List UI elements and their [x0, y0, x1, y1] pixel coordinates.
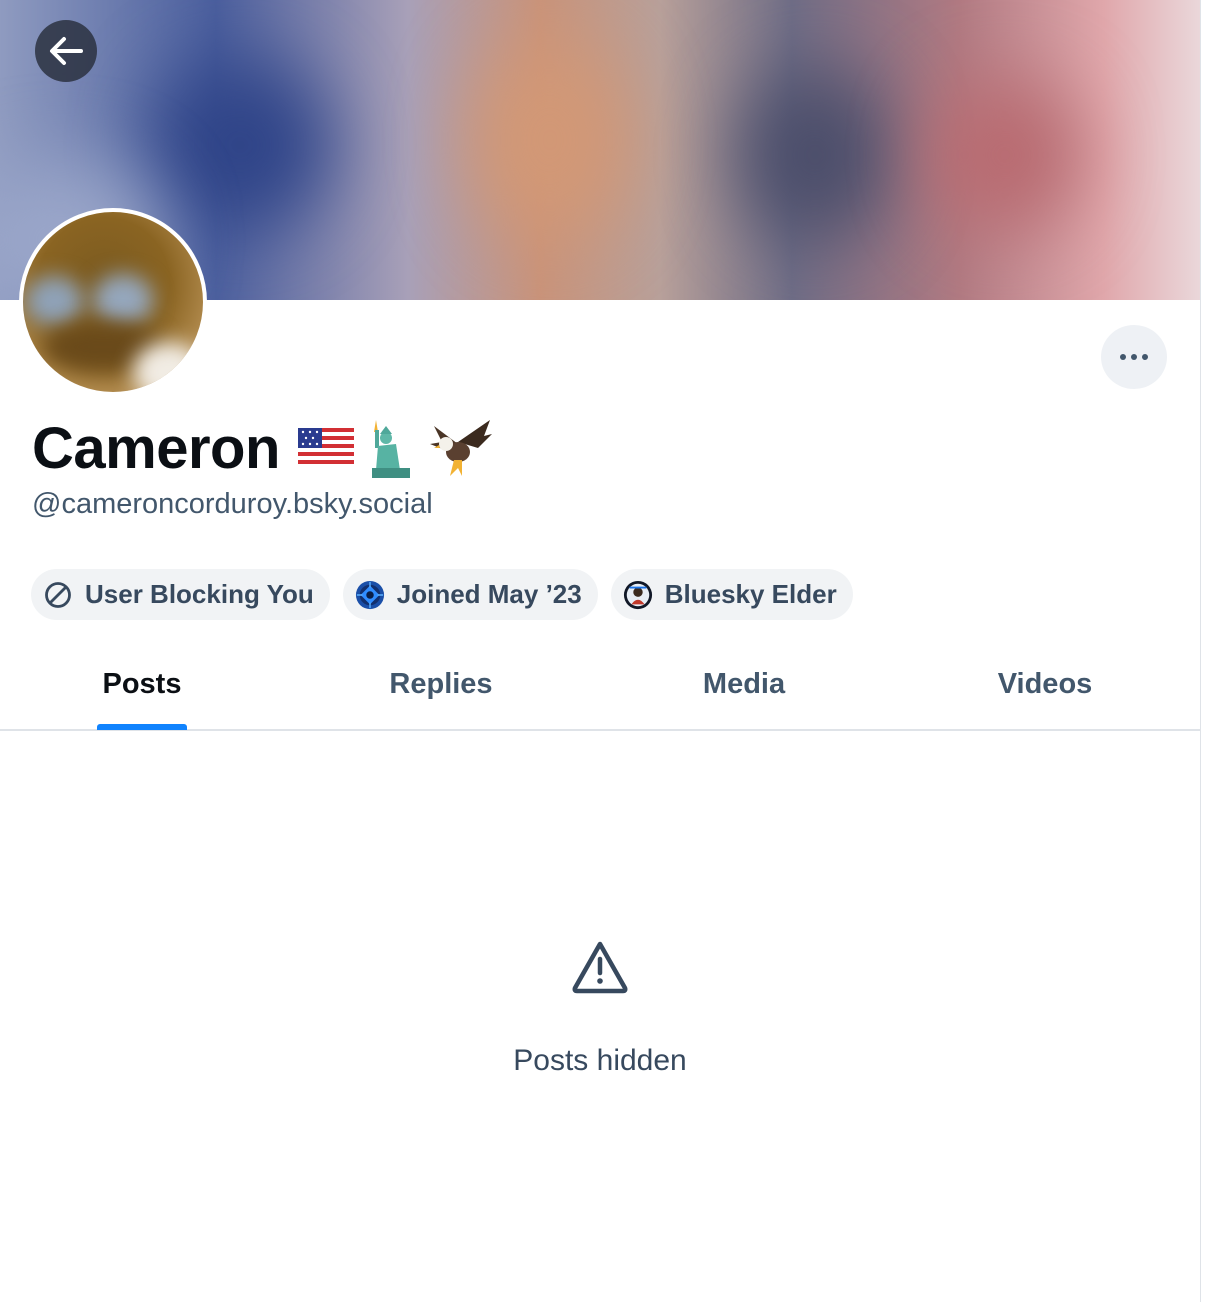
tab-videos[interactable]: Videos	[945, 640, 1145, 729]
empty-state	[0, 940, 1200, 999]
back-button[interactable]	[35, 20, 97, 82]
statue-of-liberty-emoji	[371, 420, 410, 478]
display-name: Cameron	[32, 415, 280, 481]
starter-badge-icon	[355, 580, 385, 610]
avatar-blur	[133, 342, 203, 392]
profile-tabs: Posts Replies Media Videos	[0, 640, 1200, 731]
profile-badges: User Blocking You Joined May ’23 Bluesky…	[31, 569, 853, 620]
badge-bluesky-elder[interactable]: Bluesky Elder	[610, 569, 853, 620]
profile-page: Cameron @cameroncorduroy.bsky.social Use…	[0, 0, 1201, 1302]
name-emojis	[297, 418, 492, 478]
elder-badge-icon	[623, 580, 653, 610]
profile-handle: @cameroncorduroy.bsky.social	[32, 488, 433, 520]
banner-blur	[150, 60, 330, 230]
badge-label: Bluesky Elder	[664, 579, 837, 609]
ellipsis-icon	[1120, 354, 1148, 360]
avatar-blur	[93, 274, 153, 326]
badge-label: User Blocking You	[85, 579, 314, 609]
eagle-emoji	[429, 420, 492, 476]
avatar-blur	[25, 276, 83, 326]
banner-blur	[740, 70, 890, 240]
tab-media[interactable]: Media	[644, 640, 844, 729]
arrow-left-icon	[50, 37, 83, 65]
badge-joined[interactable]: Joined May ’23	[342, 569, 598, 620]
badge-user-blocking-you[interactable]: User Blocking You	[31, 569, 330, 620]
banner-blur	[470, 40, 630, 240]
block-icon	[43, 580, 73, 610]
more-options-button[interactable]	[1101, 325, 1167, 389]
tab-replies[interactable]: Replies	[341, 640, 541, 729]
banner-blur	[930, 80, 1080, 230]
name-row: Cameron	[32, 408, 492, 488]
tab-posts[interactable]: Posts	[42, 640, 242, 729]
active-tab-indicator	[97, 724, 187, 730]
empty-state-message: Posts hidden	[513, 1044, 687, 1077]
avatar[interactable]	[19, 208, 207, 396]
badge-label: Joined May ’23	[396, 579, 582, 609]
warning-triangle-icon	[572, 941, 628, 994]
us-flag-emoji	[297, 428, 354, 468]
